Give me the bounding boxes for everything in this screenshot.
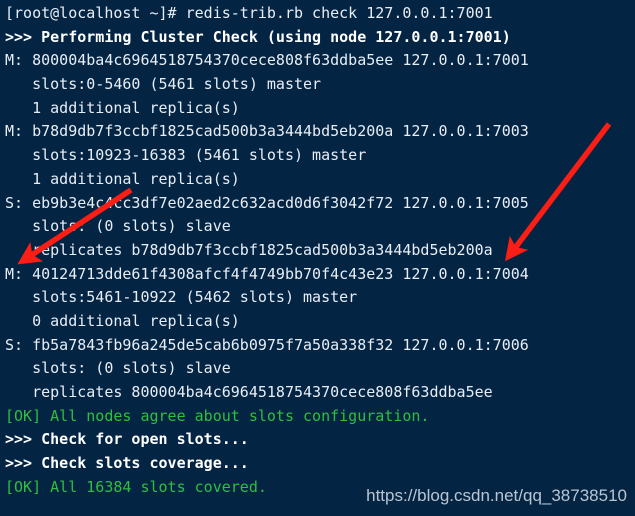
console-line: >>> Performing Cluster Check (using node… bbox=[5, 27, 511, 46]
console-line: S: eb9b3e4c4cc3df7e02aed2c632acd0d6f3042… bbox=[5, 193, 529, 212]
console-line: replicates 800004ba4c6964518754370cece80… bbox=[5, 383, 493, 401]
console-line: slots: (0 slots) slave bbox=[5, 217, 231, 236]
console-line: S: fb5a7843fb96a245de5cab6b0975f7a50a338… bbox=[5, 335, 529, 354]
watermark-text: https://blog.csdn.net/qq_38738510 bbox=[366, 486, 627, 506]
console-line: slots:0-5460 (5461 slots) master bbox=[5, 75, 322, 94]
console-line: >>> Check for open slots... bbox=[5, 430, 249, 449]
console-line: 1 additional replica(s) bbox=[5, 98, 240, 117]
terminal-window: [root@localhost ~]# redis-trib.rb check … bbox=[0, 0, 635, 516]
console-output: [root@localhost ~]# redis-trib.rb check … bbox=[5, 2, 635, 499]
console-line: >>> Check slots coverage... bbox=[5, 454, 249, 473]
console-line: slots:5461-10922 (5462 slots) master bbox=[5, 288, 358, 307]
console-line: slots:10923-16383 (5461 slots) master bbox=[5, 146, 367, 165]
console-line: [root@localhost ~]# redis-trib.rb check … bbox=[5, 4, 493, 22]
console-line: M: 40124713dde61f4308afcf4f4749bb70f4c43… bbox=[5, 264, 529, 283]
console-line: replicates b78d9db7f3ccbf1825cad500b3a34… bbox=[5, 240, 493, 259]
console-line: slots: (0 slots) slave bbox=[5, 359, 231, 378]
console-line: [OK] All nodes agree about slots configu… bbox=[5, 406, 430, 425]
console-line: 1 additional replica(s) bbox=[5, 169, 240, 188]
console-line: M: b78d9db7f3ccbf1825cad500b3a3444bd5eb2… bbox=[5, 122, 529, 141]
console-line: 0 additional replica(s) bbox=[5, 311, 240, 330]
console-line: M: 800004ba4c6964518754370cece808f63ddba… bbox=[5, 51, 529, 70]
